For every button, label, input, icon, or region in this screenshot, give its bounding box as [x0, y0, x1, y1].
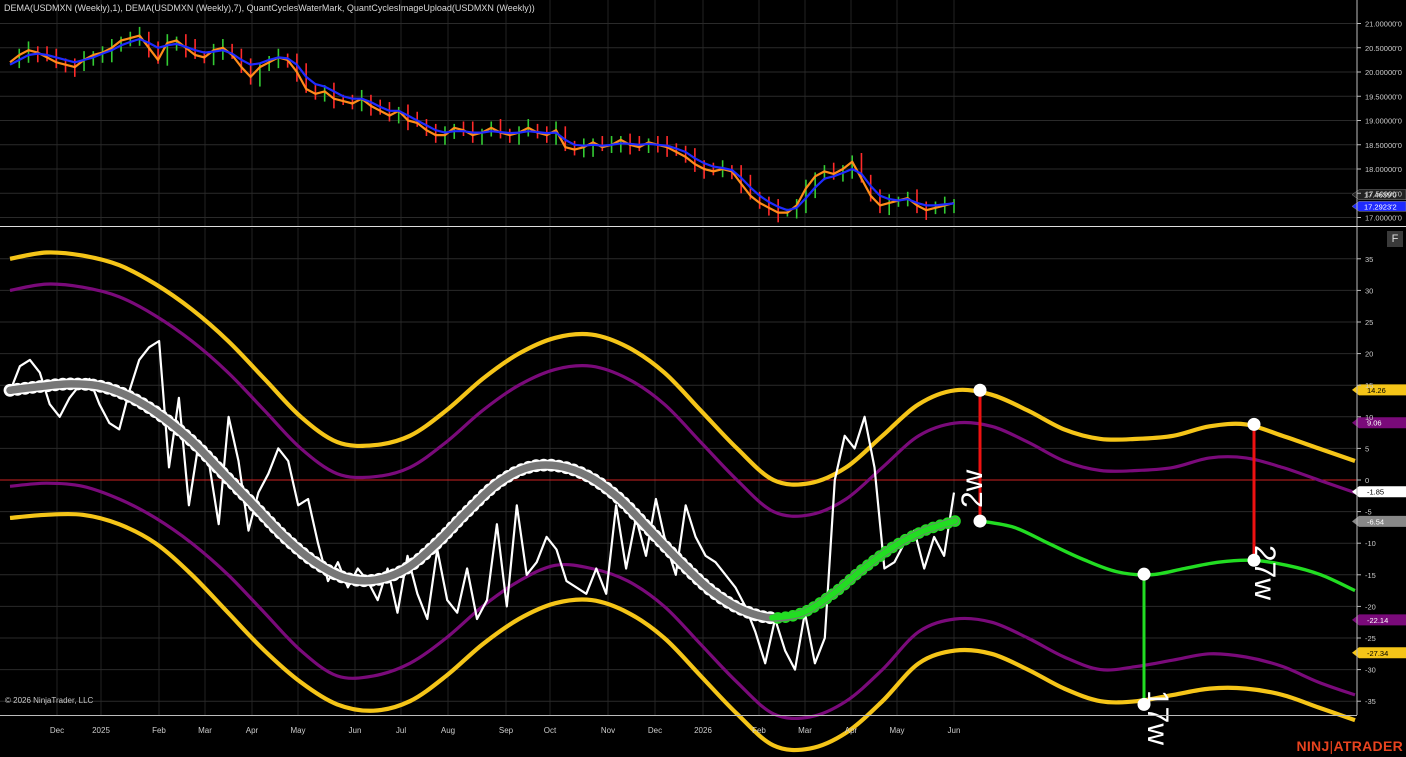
y-tick-label: -35 — [1365, 697, 1376, 706]
chart-title: DEMA(USDMXN (Weekly),1), DEMA(USDMXN (We… — [4, 3, 535, 13]
y-tick-label: 20.00000'0 — [1365, 68, 1402, 77]
value-label: -27.34 — [1352, 647, 1406, 659]
y-tick-label: -5 — [1365, 508, 1372, 517]
y-tick-label: 17.50000'0 — [1365, 189, 1402, 198]
value-label-text: -1.85 — [1367, 488, 1384, 497]
ninjatrader-logo: NINJ|ATRADER — [1296, 738, 1403, 754]
x-tick-label: May — [889, 726, 904, 735]
y-tick-label: 10 — [1365, 413, 1373, 422]
x-tick-label: Feb — [752, 726, 766, 735]
x-tick-label: Jun — [349, 726, 362, 735]
y-tick-label: 18.00000'0 — [1365, 165, 1402, 174]
x-tick-label: Jul — [396, 726, 406, 735]
x-tick-label: 2025 — [92, 726, 110, 735]
value-label: -6.54 — [1352, 515, 1406, 527]
marker-dot-top — [1137, 567, 1151, 581]
y-tick-label: 20 — [1365, 350, 1373, 359]
x-tick-label: Apr — [246, 726, 259, 735]
value-label: -22.14 — [1352, 614, 1406, 626]
y-tick-label: 20.50000'0 — [1365, 44, 1402, 53]
y-tick-label: 25 — [1365, 318, 1373, 327]
marker-dot-top — [1247, 417, 1261, 431]
marker-dot-top — [973, 383, 987, 397]
price-label-text: 17.2923'2 — [1364, 202, 1397, 211]
copyright-text: © 2026 NinjaTrader, LLC — [5, 696, 94, 705]
marker-label: 27w — [1248, 545, 1281, 600]
y-tick-label: 0 — [1365, 476, 1369, 485]
y-tick-label: 15 — [1365, 381, 1373, 390]
y-tick-label: 30 — [1365, 286, 1373, 295]
marker-label: 17w — [1141, 690, 1174, 745]
x-tick-label: Aug — [441, 726, 455, 735]
value-label: -1.85 — [1352, 486, 1406, 498]
y-tick-label: -30 — [1365, 666, 1376, 675]
chart-canvas: 17.4639'017.2923'2 2w27w17w14.269.06-1.8… — [0, 0, 1406, 757]
marker-dot-bottom — [973, 514, 987, 528]
x-tick-label: Mar — [198, 726, 212, 735]
y-tick-label: 5 — [1365, 444, 1369, 453]
value-label: 9.06 — [1352, 417, 1406, 429]
x-tick-label: Mar — [798, 726, 812, 735]
f-button[interactable]: F — [1387, 231, 1403, 247]
y-tick-label: -25 — [1365, 634, 1376, 643]
value-label: 14.26 — [1352, 384, 1406, 396]
y-tick-label: 21.00000'0 — [1365, 20, 1402, 29]
x-tick-label: Feb — [152, 726, 166, 735]
price-label-ma: 17.2923'2 — [1351, 201, 1406, 212]
value-label-text: -22.14 — [1367, 616, 1388, 625]
x-tick-label: Dec — [648, 726, 662, 735]
x-tick-label: Apr — [845, 726, 858, 735]
y-tick-label: 35 — [1365, 255, 1373, 264]
x-tick-label: Dec — [50, 726, 64, 735]
y-tick-label: 17.00000'0 — [1365, 214, 1402, 223]
marker-label: 2w — [956, 469, 989, 508]
y-tick-label: -20 — [1365, 602, 1376, 611]
x-tick-label: Sep — [499, 726, 514, 735]
y-tick-label: 19.00000'0 — [1365, 117, 1402, 126]
x-tick-label: Jun — [948, 726, 961, 735]
y-tick-label: -10 — [1365, 539, 1376, 548]
x-tick-label: Oct — [544, 726, 557, 735]
y-tick-label: -15 — [1365, 571, 1376, 580]
x-tick-label: May — [290, 726, 305, 735]
y-tick-label: 19.50000'0 — [1365, 92, 1402, 101]
x-tick-label: Nov — [601, 726, 615, 735]
x-tick-label: 2026 — [694, 726, 712, 735]
value-label-text: -27.34 — [1367, 649, 1388, 658]
y-tick-label: 18.50000'0 — [1365, 141, 1402, 150]
value-label-text: -6.54 — [1367, 517, 1384, 526]
